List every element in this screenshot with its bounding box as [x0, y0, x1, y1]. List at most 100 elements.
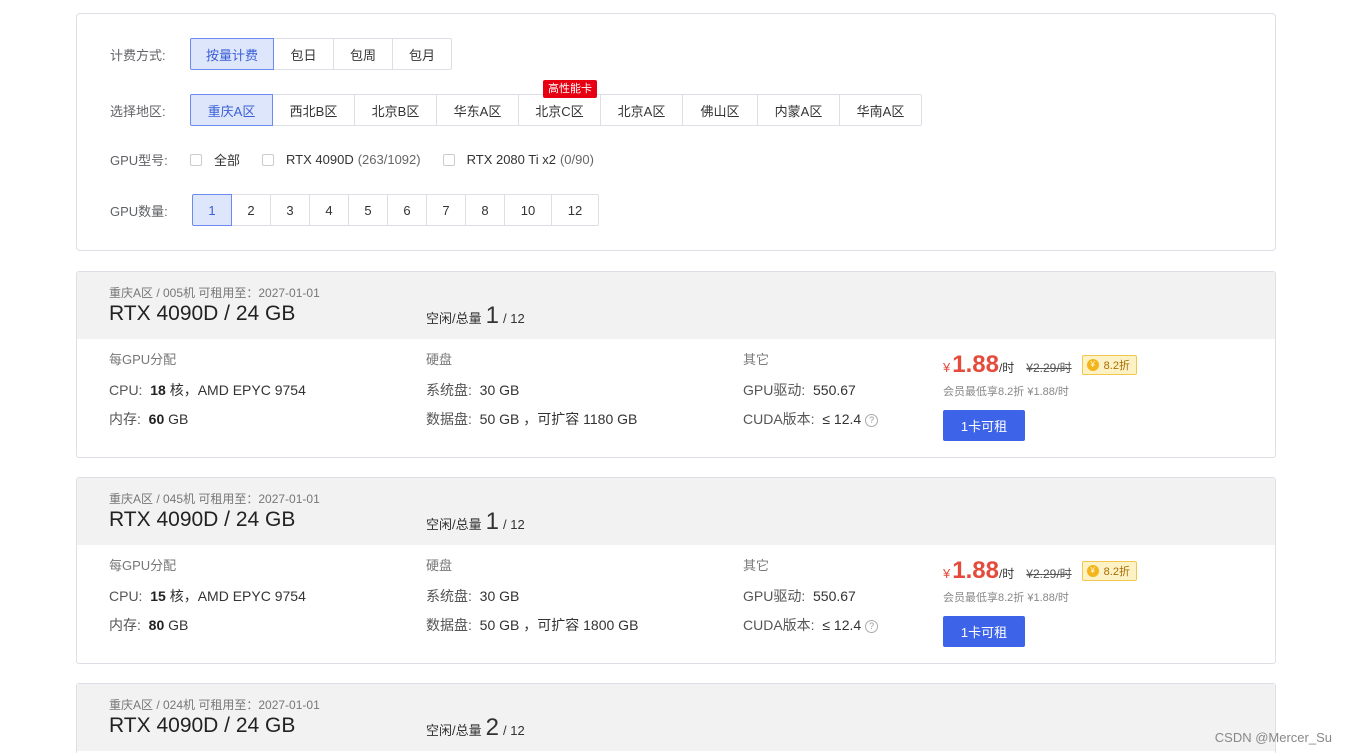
billing-option-weekly[interactable]: 包周 — [333, 38, 393, 70]
machine-model: RTX 4090D / 24 GB — [109, 714, 296, 737]
price-block: ¥ 1.88 /时 ¥2.29/时 ¥8.2折 会员最低享8.2折 ¥1.88/… — [943, 351, 1137, 441]
billing-label: 计费方式: — [110, 47, 166, 63]
region-option[interactable]: 内蒙A区 — [757, 94, 840, 126]
price-value: 1.88 — [952, 557, 999, 584]
region-option[interactable]: 西北B区 — [272, 94, 355, 126]
price-block: ¥ 1.88 /时 ¥2.29/时 ¥8.2折 会员最低享8.2折 ¥1.88/… — [943, 557, 1137, 647]
cuda-line: CUDA版本: ≤ 12.4? — [743, 614, 879, 643]
gpu-count-option[interactable]: 2 — [231, 194, 271, 226]
gpu-count-row: GPU数量: 1 2 3 4 5 6 7 8 10 12 — [110, 194, 599, 226]
machine-card-body: 每GPU分配 CPU: 18 核，AMD EPYC 9754 内存: 60 GB… — [77, 339, 1275, 457]
region-options: 重庆A区 西北B区 北京B区 华东A区 高性能卡 北京C区 北京A区 佛山区 内… — [190, 80, 922, 126]
gpu-count-option[interactable]: 4 — [309, 194, 349, 226]
cpu-label: CPU: — [109, 588, 143, 604]
price-value: 1.88 — [952, 351, 999, 378]
machine-card-body: 每GPU分配 CPU: 15 核，AMD EPYC 9754 内存: 80 GB… — [77, 545, 1275, 663]
disk-column: 硬盘 系统盘: 30 GB 数据盘: 50 GB ，可扩容 1180 GB — [426, 349, 637, 437]
checkbox-box[interactable] — [262, 153, 275, 166]
billing-option-daily[interactable]: 包日 — [273, 38, 334, 70]
system-disk-label: 系统盘: — [426, 588, 472, 604]
gpu-count-option[interactable]: 6 — [387, 194, 427, 226]
other-column: 其它 GPU驱动: 550.67 CUDA版本: ≤ 12.4? — [743, 555, 879, 643]
billing-row: 计费方式: 按量计费 包日 包周 包月 — [110, 38, 452, 70]
gpu-type-checkbox-4090d[interactable]: RTX 4090D (263/1092) — [262, 152, 421, 167]
gpu-count-option[interactable]: 5 — [348, 194, 388, 226]
gpu-count-option[interactable]: 7 — [426, 194, 466, 226]
region-row: 选择地区: 重庆A区 西北B区 北京B区 华东A区 高性能卡 北京C区 北京A区… — [110, 80, 922, 126]
currency-symbol: ¥ — [943, 566, 951, 581]
checkbox-label: RTX 2080 Ti x2 — [466, 152, 556, 167]
price-unit: /时 — [998, 361, 1015, 375]
checkbox-count: (263/1092) — [357, 152, 421, 167]
region-option[interactable]: 佛山区 — [682, 94, 758, 126]
cuda-label: CUDA版本: — [743, 411, 815, 427]
idle-count: 1 — [485, 508, 499, 535]
memory-value: 80 — [148, 617, 165, 633]
checkbox-box[interactable] — [442, 153, 455, 166]
help-icon[interactable]: ? — [865, 414, 879, 427]
total-count: / 12 — [502, 311, 525, 326]
billing-options: 按量计费 包日 包周 包月 — [190, 38, 452, 70]
gpu-count-option[interactable]: 12 — [551, 194, 599, 226]
memory-label: 内存: — [109, 617, 141, 633]
gpu-type-checkbox-2080ti[interactable]: RTX 2080 Ti x2 (0/90) — [442, 152, 594, 167]
help-icon[interactable]: ? — [865, 620, 879, 633]
total-count: / 12 — [502, 517, 525, 532]
price-row: ¥ 1.88 /时 ¥2.29/时 ¥8.2折 — [943, 351, 1137, 379]
region-option[interactable]: 重庆A区 — [190, 94, 273, 126]
gpu-count-option[interactable]: 3 — [270, 194, 310, 226]
region-option[interactable]: 华东A区 — [436, 94, 519, 126]
machine-card-header: 重庆A区 / 045机 可租用至：2027-01-01 RTX 4090D / … — [77, 478, 1275, 545]
system-disk-label: 系统盘: — [426, 382, 472, 398]
region-option[interactable]: 北京A区 — [600, 94, 683, 126]
price-unit: /时 — [998, 567, 1015, 581]
system-disk-line: 系统盘: 30 GB — [426, 585, 638, 614]
region-option-beijing-c[interactable]: 高性能卡 北京C区 — [518, 80, 601, 126]
rent-button[interactable]: 1卡可租 — [943, 616, 1025, 647]
discount-value: 8.2折 — [1103, 566, 1130, 578]
gpu-count-option[interactable]: 8 — [465, 194, 505, 226]
driver-line: GPU驱动: 550.67 — [743, 379, 878, 408]
machine-card: 重庆A区 / 045机 可租用至：2027-01-01 RTX 4090D / … — [76, 477, 1276, 664]
data-disk-line: 数据盘: 50 GB ，可扩容 1800 GB — [426, 614, 638, 643]
alloc-column: 每GPU分配 CPU: 15 核，AMD EPYC 9754 内存: 80 GB — [109, 555, 306, 643]
memory-line: 内存: 80 GB — [109, 614, 306, 643]
memory-label: 内存: — [109, 411, 141, 427]
discount-value: 8.2折 — [1103, 360, 1130, 372]
gpu-type-checkbox-all[interactable]: 全部 — [190, 150, 240, 169]
memory-unit: GB — [168, 617, 189, 633]
data-disk-label: 数据盘: — [426, 617, 472, 633]
checkbox-box[interactable] — [190, 153, 202, 166]
idle-count: 1 — [485, 302, 499, 329]
original-price: ¥2.29/时 — [1026, 361, 1072, 375]
region-option[interactable]: 华南A区 — [839, 94, 922, 126]
machine-model: RTX 4090D / 24 GB — [109, 302, 296, 325]
data-disk-value: 50 GB ，可扩容 1800 GB — [479, 617, 639, 633]
billing-option-hourly[interactable]: 按量计费 — [190, 38, 274, 70]
coin-icon: ¥ — [1086, 359, 1099, 371]
system-disk-value: 30 GB — [479, 588, 520, 604]
cpu-line: CPU: 15 核，AMD EPYC 9754 — [109, 585, 306, 614]
member-price: 会员最低享8.2折 ¥1.88/时 — [943, 386, 1069, 398]
original-price: ¥2.29/时 — [1026, 567, 1072, 581]
machine-card-header: 重庆A区 / 005机 可租用至：2027-01-01 RTX 4090D / … — [77, 272, 1275, 339]
region-option[interactable]: 北京B区 — [354, 94, 437, 126]
checkbox-label: 全部 — [214, 153, 241, 168]
disk-column: 硬盘 系统盘: 30 GB 数据盘: 50 GB ，可扩容 1800 GB — [426, 555, 638, 643]
cpu-detail: 核，AMD EPYC 9754 — [169, 588, 306, 604]
memory-unit: GB — [168, 411, 189, 427]
machine-card: 重庆A区 / 024机 可租用至：2027-01-01 RTX 4090D / … — [76, 683, 1276, 753]
rent-button[interactable]: 1卡可租 — [943, 410, 1025, 441]
other-title: 其它 — [743, 558, 770, 573]
machine-card-header: 重庆A区 / 024机 可租用至：2027-01-01 RTX 4090D / … — [77, 684, 1275, 751]
coin-icon: ¥ — [1086, 565, 1099, 577]
alloc-title: 每GPU分配 — [109, 558, 177, 573]
gpu-count-option[interactable]: 1 — [192, 194, 232, 226]
other-column: 其它 GPU驱动: 550.67 CUDA版本: ≤ 12.4? — [743, 349, 879, 437]
idle-total: 空闲/总量 2 / 12 — [426, 714, 525, 742]
region-label: 选择地区: — [110, 103, 166, 119]
gpu-count-option[interactable]: 10 — [504, 194, 552, 226]
billing-option-monthly[interactable]: 包月 — [392, 38, 452, 70]
disk-title: 硬盘 — [426, 558, 453, 573]
checkbox-label: RTX 4090D — [286, 152, 354, 167]
